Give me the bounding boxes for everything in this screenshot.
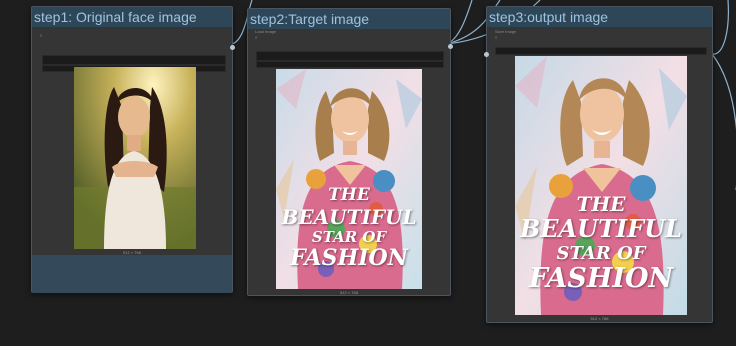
poster-text-line4: FASHION bbox=[528, 263, 674, 294]
output-port[interactable] bbox=[448, 44, 453, 49]
image-size-caption: 512 × 768 bbox=[340, 290, 358, 295]
poster-text-line2: BEAUTIFUL bbox=[281, 205, 417, 229]
node-footer bbox=[32, 255, 232, 293]
widget-label: Save Image bbox=[495, 29, 517, 34]
node-title[interactable]: step2:Target image bbox=[248, 9, 450, 29]
output-poster-image: THE BEAUTIFUL STAR OF FASHION bbox=[515, 56, 687, 315]
node-step2-target-image[interactable]: step2:Target image Load Image ≡ THE BEAU… bbox=[247, 8, 453, 296]
poster-text-line1: THE bbox=[576, 192, 626, 216]
output-port[interactable] bbox=[230, 45, 235, 50]
upload-widget[interactable] bbox=[256, 61, 444, 68]
node-step1-original-face[interactable]: step1: Original face image ≡ 512 × 768 bbox=[31, 6, 235, 293]
image-size-caption: 512 × 768 bbox=[590, 316, 609, 321]
image-selector-widget[interactable] bbox=[256, 51, 444, 61]
widget-sub-label: ≡ bbox=[255, 35, 258, 40]
poster-text-line4: FASHION bbox=[290, 245, 408, 271]
node-title[interactable]: step3:output image bbox=[487, 7, 712, 27]
widget-label: ≡ bbox=[40, 33, 43, 38]
original-face-image bbox=[74, 67, 196, 249]
filename-prefix-widget[interactable] bbox=[495, 47, 707, 55]
widget-label: Load Image bbox=[255, 29, 277, 34]
poster-text-line3: STAR OF bbox=[556, 243, 646, 264]
poster-text-line1: THE bbox=[328, 185, 370, 205]
input-port[interactable] bbox=[484, 52, 489, 57]
node-title[interactable]: step1: Original face image bbox=[32, 7, 232, 27]
wire-step3-right-b bbox=[711, 53, 736, 190]
target-poster-image: THE BEAUTIFUL STAR OF FASHION bbox=[276, 69, 422, 289]
node-step3-output-image[interactable]: step3:output image Save Image ≡ THE BEAU… bbox=[484, 6, 713, 323]
widget-sub-label: ≡ bbox=[495, 35, 498, 40]
poster-text-line2: BEAUTIFUL bbox=[519, 214, 683, 243]
wire-step3-right bbox=[711, 0, 729, 55]
image-selector-widget[interactable] bbox=[42, 55, 226, 65]
poster-text-line3: STAR OF bbox=[311, 228, 387, 246]
